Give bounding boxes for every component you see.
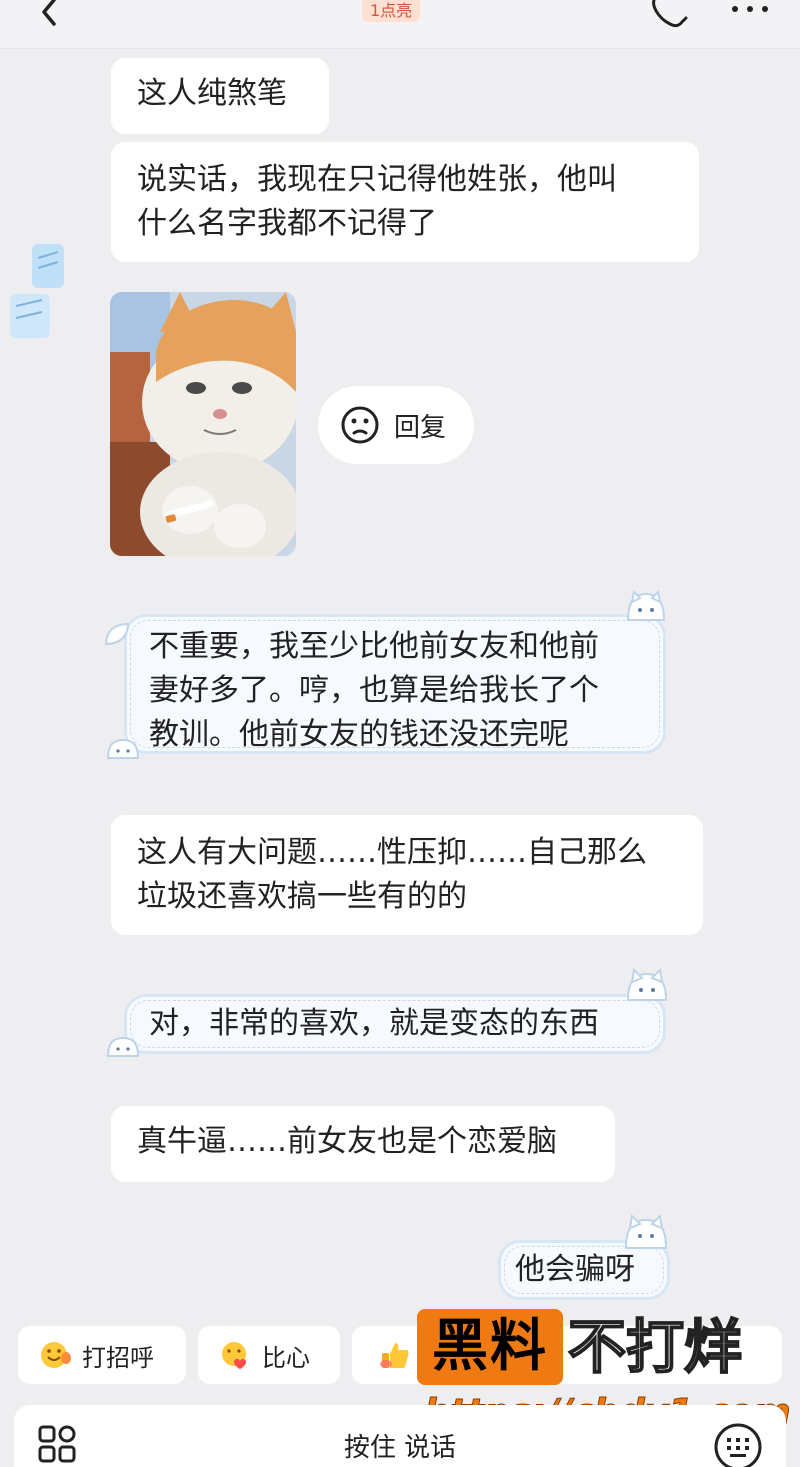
message-bubble[interactable]: 这人纯煞笔 xyxy=(111,58,329,134)
message-bubble[interactable]: 说实话，我现在只记得他姓张，他叫 什么名字我都不记得了 xyxy=(111,142,699,262)
message-bubble[interactable]: 真牛逼……前女友也是个恋爱脑 xyxy=(111,1106,615,1182)
quick-reply-chip[interactable]: 比心 xyxy=(198,1326,340,1384)
message-text: 这人纯煞笔 xyxy=(137,76,287,111)
watermark-badge: 黑料 xyxy=(417,1309,563,1385)
reply-label: 回复 xyxy=(394,412,447,443)
message-text: 他会骗呀 xyxy=(515,1252,635,1287)
message-text-line: 妻好多了。哼，也算是给我长了个 xyxy=(149,673,599,708)
message-text-line: 教训。他前女友的钱还没还完呢 xyxy=(149,717,569,752)
input-bar: 按住 说话 xyxy=(14,1405,786,1467)
message-text: 真牛逼……前女友也是个恋爱脑 xyxy=(137,1124,557,1159)
message-text: 对，非常的喜欢，就是变态的东西 xyxy=(149,1006,599,1041)
watermark-text: 不打烊 xyxy=(567,1312,743,1382)
message-text-line: 说实话，我现在只记得他姓张，他叫 xyxy=(137,162,617,197)
message-text-line: 垃圾还喜欢搞一些有的的 xyxy=(137,879,467,914)
heart-hand-emoji-icon xyxy=(222,1342,246,1369)
reply-button[interactable]: 回复 xyxy=(318,386,474,464)
hold-to-talk-button[interactable]: 按住 说话 xyxy=(14,1427,786,1464)
leaf-sticker-icon xyxy=(104,622,130,646)
message-text-line: 什么名字我都不记得了 xyxy=(137,206,437,241)
message-bubble[interactable]: 这人有大问题……性压抑……自己那么 垃圾还喜欢搞一些有的的 xyxy=(111,815,703,935)
smiley-face-icon xyxy=(341,406,379,444)
fancy-message-bubble[interactable]: 不重要，我至少比他前女友和他前 妻好多了。哼，也算是给我长了个 教训。他前女友的… xyxy=(124,614,666,754)
fancy-message-bubble[interactable]: 对，非常的喜欢，就是变态的东西 xyxy=(124,994,666,1054)
back-arrow-icon[interactable] xyxy=(30,0,70,40)
cat-illustration xyxy=(110,292,296,556)
cat-photo[interactable] xyxy=(110,292,296,556)
sticker-fragment-icon xyxy=(10,244,64,338)
chip-label: 比心 xyxy=(262,1343,310,1372)
thumbs-up-emoji-icon xyxy=(380,1343,409,1368)
chat-header: 1点亮 xyxy=(0,0,800,49)
cat-sticker-icon xyxy=(626,968,668,1001)
keyboard-icon[interactable] xyxy=(712,1421,764,1467)
cat-sticker-icon xyxy=(106,1036,140,1057)
title-badge: 1点亮 xyxy=(362,0,421,22)
more-icon[interactable] xyxy=(728,0,772,20)
cat-sticker-icon xyxy=(106,738,140,759)
chip-label: 打招呼 xyxy=(82,1343,154,1372)
message-text-line: 这人有大问题……性压抑……自己那么 xyxy=(137,835,647,870)
cat-sticker-icon xyxy=(624,1214,668,1249)
quick-reply-chip[interactable]: 打招呼 xyxy=(18,1326,186,1384)
message-text-line: 不重要，我至少比他前女友和他前 xyxy=(149,629,599,664)
cat-sticker-icon xyxy=(626,590,666,621)
phone-icon[interactable] xyxy=(648,0,692,28)
smile-emoji-icon xyxy=(41,1342,71,1368)
